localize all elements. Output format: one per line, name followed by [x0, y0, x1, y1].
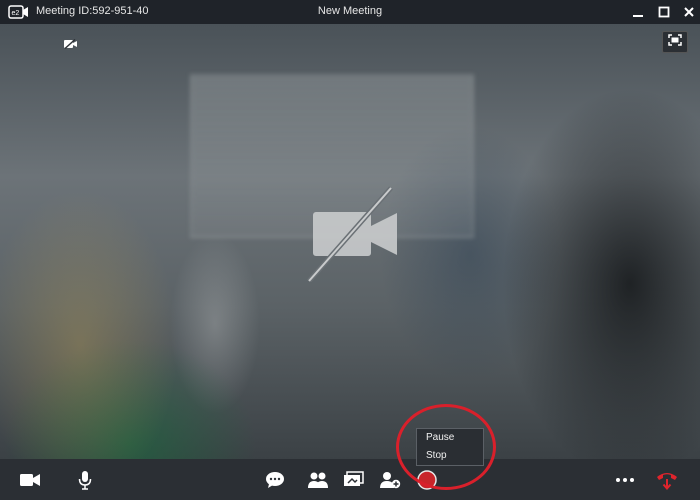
- stop-recording-item[interactable]: Stop: [417, 447, 483, 465]
- invite-user-icon[interactable]: [379, 469, 401, 491]
- microphone-icon[interactable]: [74, 469, 96, 491]
- video-area: [0, 24, 700, 459]
- pause-recording-item[interactable]: Pause: [417, 429, 483, 447]
- app-logo-icon: e2: [8, 4, 30, 20]
- fullscreen-icon: [668, 33, 682, 51]
- more-icon[interactable]: [614, 469, 636, 491]
- video-camera-icon[interactable]: [19, 469, 41, 491]
- camera-off-icon: [305, 186, 400, 283]
- maximize-icon[interactable]: [655, 3, 673, 21]
- hang-up-icon[interactable]: [656, 469, 678, 491]
- meeting-id: Meeting ID:592-951-40: [36, 5, 149, 17]
- title-bar: e2 Meeting ID:592-951-40 New Meeting: [0, 0, 700, 24]
- participants-icon[interactable]: [307, 469, 329, 491]
- minimize-icon[interactable]: [629, 3, 647, 21]
- close-icon[interactable]: [680, 3, 698, 21]
- svg-text:e2: e2: [12, 10, 20, 17]
- camera-off-small-icon: [64, 36, 78, 50]
- share-screen-icon[interactable]: [343, 469, 365, 491]
- record-menu: Pause Stop: [416, 428, 484, 466]
- record-icon[interactable]: [416, 469, 438, 491]
- fullscreen-button[interactable]: [662, 31, 688, 53]
- toolbar: [0, 459, 700, 500]
- chat-icon[interactable]: [264, 469, 286, 491]
